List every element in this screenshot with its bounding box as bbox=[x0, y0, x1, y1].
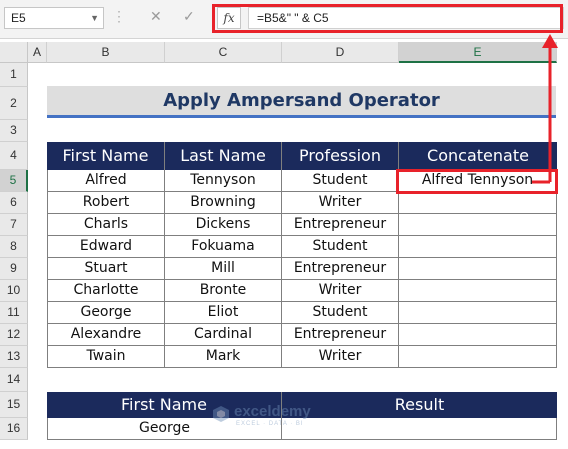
row-header-13[interactable]: 13 bbox=[0, 346, 28, 368]
chevron-down-icon[interactable]: ▼ bbox=[90, 8, 99, 28]
table-cell-concatenate[interactable]: Alfred Tennyson bbox=[399, 170, 557, 192]
table-cell-last-name[interactable]: Browning bbox=[165, 192, 282, 214]
page-title: Apply Ampersand Operator bbox=[47, 86, 556, 118]
table-cell-concatenate[interactable] bbox=[399, 280, 557, 302]
more-options-icon: ⋮ bbox=[112, 8, 126, 24]
name-box-value: E5 bbox=[11, 11, 26, 25]
table-cell-last-name[interactable]: Cardinal bbox=[165, 324, 282, 346]
row-header-1[interactable]: 1 bbox=[0, 63, 28, 87]
row-header-11[interactable]: 11 bbox=[0, 302, 28, 324]
name-box[interactable]: E5 ▼ bbox=[4, 7, 104, 29]
table-cell-concatenate[interactable] bbox=[399, 236, 557, 258]
insert-function-icon[interactable]: fx bbox=[217, 7, 241, 29]
table-cell-profession[interactable]: Student bbox=[282, 236, 399, 258]
table-cell-concatenate[interactable] bbox=[399, 302, 557, 324]
table-cell-profession[interactable]: Writer bbox=[282, 346, 399, 368]
table-cell-profession[interactable]: Entrepreneur bbox=[282, 214, 399, 236]
table-cell-concatenate[interactable] bbox=[399, 346, 557, 368]
row-header-10[interactable]: 10 bbox=[0, 280, 28, 302]
row-header-5[interactable]: 5 bbox=[0, 170, 28, 192]
table-cell-last-name[interactable]: Dickens bbox=[165, 214, 282, 236]
row-header-2[interactable]: 2 bbox=[0, 87, 28, 120]
table-cell-last-name[interactable]: Tennyson bbox=[165, 170, 282, 192]
table-cell-last-name[interactable]: Fokuama bbox=[165, 236, 282, 258]
row-header-4[interactable]: 4 bbox=[0, 142, 28, 170]
table-cell-first-name[interactable]: Charlotte bbox=[47, 280, 165, 302]
watermark-tagline: EXCEL · DATA · BI bbox=[236, 421, 304, 427]
table-cell-concatenate[interactable] bbox=[399, 324, 557, 346]
table-cell-concatenate[interactable] bbox=[399, 214, 557, 236]
column-header-e[interactable]: E bbox=[399, 42, 557, 63]
table-cell-profession[interactable]: Entrepreneur bbox=[282, 258, 399, 280]
select-all-corner[interactable] bbox=[0, 42, 28, 63]
table-cell-concatenate[interactable] bbox=[399, 258, 557, 280]
exceldemy-logo-icon bbox=[213, 406, 229, 422]
table-cell-first-name[interactable]: Edward bbox=[47, 236, 165, 258]
formula-bar: E5 ▼ ⋮ ✕ ✓ fx =B5&" " & C5 bbox=[0, 0, 568, 39]
row-header-6[interactable]: 6 bbox=[0, 192, 28, 214]
cancel-icon[interactable]: ✕ bbox=[150, 8, 162, 25]
table-cell-first-name[interactable]: Alexandre bbox=[47, 324, 165, 346]
row-header-9[interactable]: 9 bbox=[0, 258, 28, 280]
column-header-b[interactable]: B bbox=[47, 42, 165, 63]
column-header-d[interactable]: D bbox=[282, 42, 399, 63]
table-cell-last-name[interactable]: Mark bbox=[165, 346, 282, 368]
table-cell-first-name[interactable]: Twain bbox=[47, 346, 165, 368]
row-header-8[interactable]: 8 bbox=[0, 236, 28, 258]
table-cell-profession[interactable]: Student bbox=[282, 170, 399, 192]
table-cell-profession[interactable]: Student bbox=[282, 302, 399, 324]
column-header-c[interactable]: C bbox=[165, 42, 282, 63]
row-header-3[interactable]: 3 bbox=[0, 120, 28, 142]
table-header-last-name[interactable]: Last Name bbox=[165, 142, 282, 170]
table-cell-last-name[interactable]: Mill bbox=[165, 258, 282, 280]
table-cell-last-name[interactable]: Eliot bbox=[165, 302, 282, 324]
table-cell-first-name[interactable]: Robert bbox=[47, 192, 165, 214]
table-cell-profession[interactable]: Writer bbox=[282, 192, 399, 214]
table-header-concatenate[interactable]: Concatenate bbox=[399, 142, 557, 170]
row-header-14[interactable]: 14 bbox=[0, 368, 28, 392]
row-header-15[interactable]: 15 bbox=[0, 392, 28, 418]
table-cell-profession[interactable]: Writer bbox=[282, 280, 399, 302]
enter-icon[interactable]: ✓ bbox=[183, 8, 195, 25]
row-header-7[interactable]: 7 bbox=[0, 214, 28, 236]
table-cell-first-name[interactable]: George bbox=[47, 302, 165, 324]
table-header-first-name[interactable]: First Name bbox=[47, 142, 165, 170]
table-cell-first-name[interactable]: Charls bbox=[47, 214, 165, 236]
column-header-a[interactable]: A bbox=[28, 42, 47, 63]
table-cell-last-name[interactable]: Bronte bbox=[165, 280, 282, 302]
table-cell-first-name[interactable]: Alfred bbox=[47, 170, 165, 192]
table-cell-concatenate[interactable] bbox=[399, 192, 557, 214]
row-header-16[interactable]: 16 bbox=[0, 418, 28, 440]
table-cell-profession[interactable]: Entrepreneur bbox=[282, 324, 399, 346]
watermark-name: exceldemy bbox=[234, 403, 311, 420]
table-header-profession[interactable]: Profession bbox=[282, 142, 399, 170]
row-header-12[interactable]: 12 bbox=[0, 324, 28, 346]
formula-input[interactable]: =B5&" " & C5 bbox=[248, 7, 564, 29]
exceldemy-watermark: exceldemy EXCEL · DATA · BI bbox=[212, 403, 362, 429]
table-cell-first-name[interactable]: Stuart bbox=[47, 258, 165, 280]
